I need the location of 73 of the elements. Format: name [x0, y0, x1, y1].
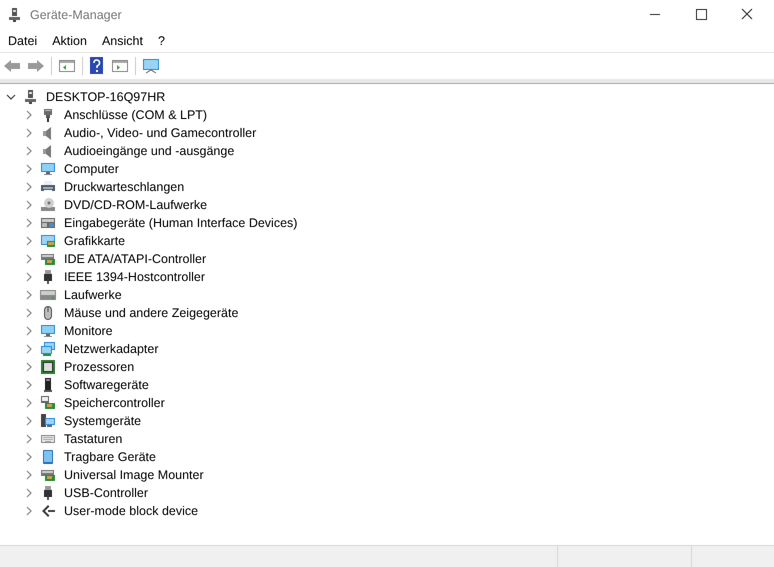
- chevron-right-icon[interactable]: [24, 416, 34, 426]
- chevron-right-icon[interactable]: [24, 200, 34, 210]
- tree-item[interactable]: IEEE 1394-Hostcontroller: [64, 270, 206, 284]
- tree-item[interactable]: Prozessoren: [64, 360, 134, 374]
- chevron-right-icon[interactable]: [24, 254, 34, 264]
- tree-item[interactable]: Audio-, Video- und Gamecontroller: [64, 126, 256, 140]
- tree-item[interactable]: Speichercontroller: [64, 396, 165, 410]
- network-icon: [40, 341, 56, 357]
- chevron-right-icon[interactable]: [24, 110, 34, 120]
- computer-icon: [22, 89, 38, 105]
- monitor-icon: [40, 323, 56, 339]
- system-icon: [40, 413, 56, 429]
- chevron-right-icon[interactable]: [24, 128, 34, 138]
- tree-item[interactable]: DVD/CD-ROM-Laufwerke: [64, 198, 208, 212]
- graphics-card-icon: [40, 233, 56, 249]
- chevron-right-icon[interactable]: [24, 164, 34, 174]
- help-icon[interactable]: [89, 57, 105, 75]
- chevron-right-icon[interactable]: [24, 362, 34, 372]
- disc-drive-icon: [40, 197, 56, 213]
- menu-item[interactable]: Aktion: [52, 34, 87, 48]
- chevron-right-icon[interactable]: [24, 380, 34, 390]
- drive-icon: [40, 287, 56, 303]
- tree-item[interactable]: Audioeingänge und -ausgänge: [64, 144, 234, 158]
- menu-item[interactable]: Datei: [8, 34, 38, 48]
- chevron-right-icon[interactable]: [24, 236, 34, 246]
- tree-item[interactable]: Netzwerkadapter: [64, 342, 158, 356]
- tree-item[interactable]: Monitore: [64, 324, 113, 338]
- chevron-right-icon[interactable]: [24, 308, 34, 318]
- chevron-right-icon[interactable]: [24, 398, 34, 408]
- tree-item[interactable]: Laufwerke: [64, 288, 122, 302]
- menu-item[interactable]: ?: [158, 34, 165, 48]
- chevron-right-icon[interactable]: [24, 488, 34, 498]
- chevron-right-icon[interactable]: [24, 452, 34, 462]
- chevron-right-icon[interactable]: [24, 182, 34, 192]
- forward-arrow-icon[interactable]: [27, 58, 45, 74]
- tree-item[interactable]: Anschlüsse (COM & LPT): [64, 108, 208, 122]
- tree-item[interactable]: Universal Image Mounter: [64, 468, 204, 482]
- tree-item[interactable]: Computer: [64, 162, 119, 176]
- tree-item[interactable]: Druckwarteschlangen: [64, 180, 184, 194]
- tree-item[interactable]: Grafikkarte: [64, 234, 126, 248]
- panel-icon[interactable]: [58, 58, 76, 74]
- chevron-right-icon[interactable]: [24, 470, 34, 480]
- back-arrow-icon[interactable]: [3, 58, 21, 74]
- tree-item[interactable]: Systemgeräte: [64, 414, 142, 428]
- tree-item[interactable]: Softwaregeräte: [64, 378, 149, 392]
- chevron-right-icon[interactable]: [24, 146, 34, 156]
- chevron-right-icon[interactable]: [24, 272, 34, 282]
- tree-item[interactable]: User-mode block device: [64, 504, 198, 518]
- chevron-right-icon[interactable]: [24, 434, 34, 444]
- menu-item[interactable]: Ansicht: [102, 34, 143, 48]
- panel-icon[interactable]: [111, 58, 129, 74]
- tree-item[interactable]: Tastaturen: [64, 432, 122, 446]
- chevron-right-icon[interactable]: [24, 506, 34, 516]
- circuit-card-icon: [40, 467, 56, 483]
- monitor-icon: [40, 161, 56, 177]
- processor-icon: [40, 359, 56, 375]
- tree-item[interactable]: Eingabegeräte (Human Interface Devices): [64, 216, 298, 230]
- chevron-right-icon[interactable]: [24, 326, 34, 336]
- tree-item[interactable]: Tragbare Geräte: [64, 450, 156, 464]
- tree-item[interactable]: DESKTOP-16Q97HR: [46, 90, 166, 104]
- tree-item[interactable]: IDE ATA/ATAPI-Controller: [64, 252, 206, 266]
- storage-card-icon: [40, 395, 56, 411]
- chevron-right-icon[interactable]: [24, 344, 34, 354]
- tree-item[interactable]: USB-Controller: [64, 486, 148, 500]
- chevron-right-icon[interactable]: [24, 290, 34, 300]
- chevron-down-icon[interactable]: [6, 92, 16, 102]
- tree-item[interactable]: Mäuse und andere Zeigegeräte: [64, 306, 238, 320]
- circuit-card-icon: [40, 251, 56, 267]
- monitor-icon[interactable]: [142, 58, 160, 74]
- chevron-right-icon[interactable]: [24, 218, 34, 228]
- tablet-icon: [40, 449, 56, 465]
- computer-icon: [6, 7, 22, 23]
- window-title: Geräte-Manager: [30, 8, 122, 22]
